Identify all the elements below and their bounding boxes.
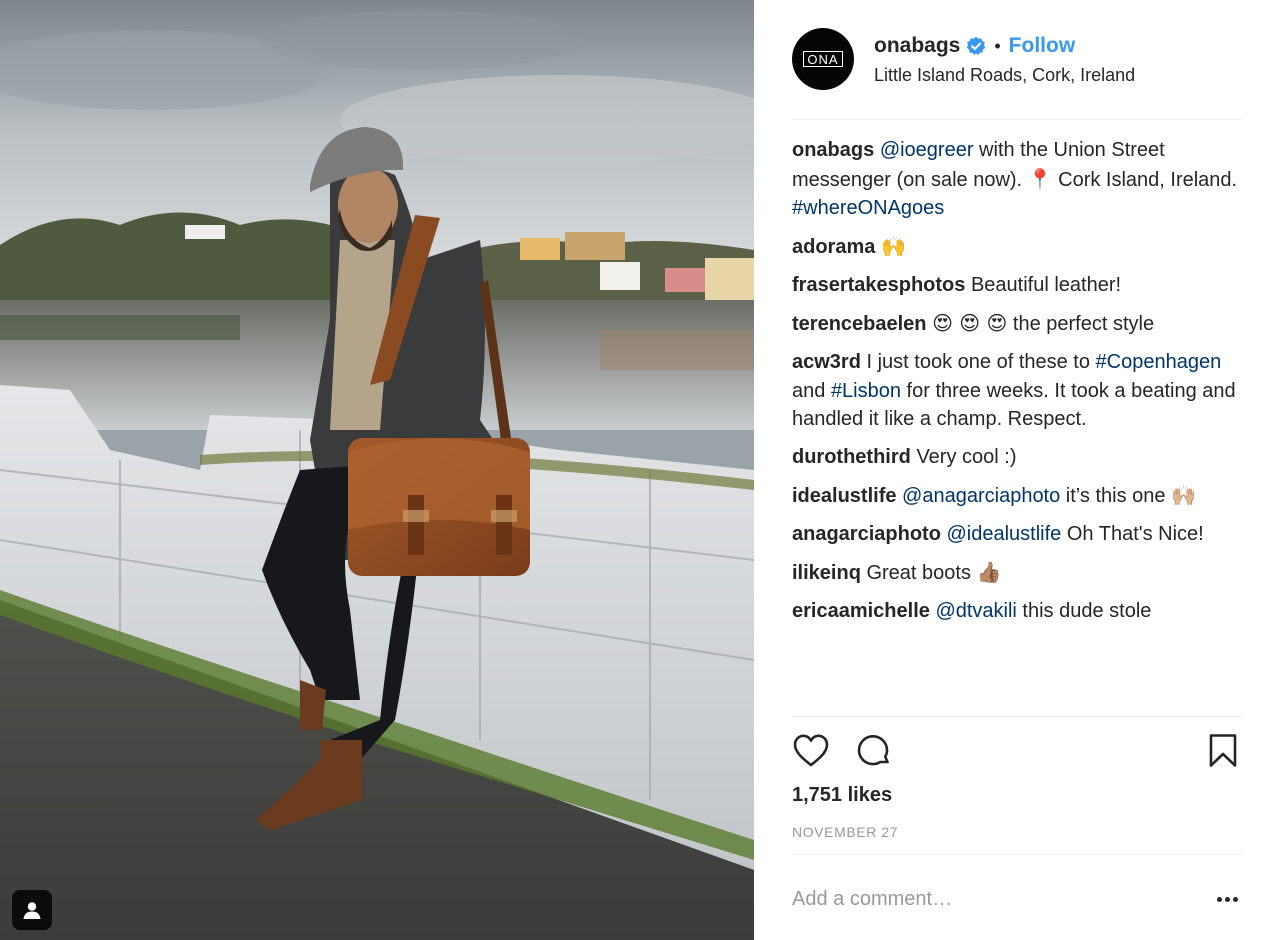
comment-username[interactable]: frasertakesphotos	[792, 274, 965, 296]
instagram-post-view: ONA onabags • Follow Little Island Roads…	[0, 0, 1280, 940]
actions-divider	[792, 854, 1242, 855]
comment-item: durothethird Very cool :)	[792, 443, 1247, 472]
add-comment-input[interactable]	[792, 882, 1192, 916]
verified-badge-icon	[966, 36, 986, 56]
comment-text: Great boots	[866, 562, 977, 584]
comment-text: it’s this one	[1060, 485, 1166, 507]
user-tag-icon	[23, 902, 41, 919]
like-button[interactable]	[792, 732, 830, 770]
comment-mention-link[interactable]: @idealustlife	[946, 523, 1061, 545]
save-button[interactable]	[1204, 732, 1242, 770]
comment-item: acw3rd I just took one of these to #Cope…	[792, 348, 1247, 434]
post-actions	[792, 732, 1242, 772]
caption-hashtag-link[interactable]: #whereONAgoes	[792, 197, 944, 219]
comment-button[interactable]	[854, 732, 892, 770]
photo-illustration	[0, 0, 754, 940]
comment-mention-link[interactable]: @anagarciaphoto	[902, 485, 1060, 507]
comment-username[interactable]: ilikeinq	[792, 562, 861, 584]
separator-dot: •	[994, 35, 1001, 56]
avatar-logo-text: ONA	[803, 51, 843, 67]
bookmark-icon	[1209, 734, 1237, 767]
header-user-line: onabags • Follow	[874, 32, 1075, 60]
post-side-panel: ONA onabags • Follow Little Island Roads…	[754, 0, 1280, 940]
round-pushpin-emoji: 📍	[1027, 166, 1053, 191]
comments-divider	[792, 716, 1242, 717]
post-photo[interactable]	[0, 0, 754, 940]
comment-username[interactable]: adorama	[792, 236, 875, 258]
more-options-icon[interactable]	[1212, 886, 1242, 912]
heart-icon	[793, 734, 829, 767]
thumbs-up-emoji: 👍🏽	[976, 560, 1002, 584]
comment-text: and	[792, 379, 831, 402]
comment-mention-link[interactable]: @dtvakili	[935, 600, 1016, 622]
raising-hands-emoji: 🙌🏼	[1171, 483, 1196, 507]
comment-item: idealustlife @anagarciaphoto it’s this o…	[792, 481, 1247, 511]
comment-username[interactable]: acw3rd	[792, 351, 861, 373]
comments-list[interactable]: onabags @ioegreer with the Union Street …	[792, 136, 1247, 716]
comment-text: I just took one of these to	[866, 351, 1096, 373]
post-header: ONA onabags • Follow Little Island Roads…	[792, 28, 1242, 92]
header-divider	[792, 119, 1242, 120]
likes-count[interactable]: 1,751 likes	[792, 784, 892, 807]
caption-mention-link[interactable]: @ioegreer	[880, 139, 974, 161]
comment-text: the perfect style	[1007, 313, 1155, 335]
comment-item: adorama 🙌	[792, 232, 1247, 262]
caption: onabags @ioegreer with the Union Street …	[792, 136, 1247, 223]
comment-item: anagarciaphoto @idealustlife Oh That's N…	[792, 520, 1247, 549]
comment-item: terencebaelen 😍 😍 😍 the perfect style	[792, 309, 1247, 339]
comment-username[interactable]: terencebaelen	[792, 313, 927, 335]
comment-username[interactable]: anagarciaphoto	[792, 523, 941, 545]
comment-hashtag-link[interactable]: #Lisbon	[831, 380, 901, 402]
avatar[interactable]: ONA	[792, 28, 854, 90]
comment-username[interactable]: onabags	[792, 139, 874, 161]
comment-item: ericaamichelle @dtvakili this dude stole	[792, 597, 1247, 626]
follow-button[interactable]: Follow	[1009, 34, 1076, 58]
comment-text: Beautiful leather!	[970, 274, 1122, 296]
raising-hands-emoji: 🙌	[880, 234, 906, 258]
comment-bubble-icon	[857, 735, 889, 766]
comment-text: this dude stole	[1016, 600, 1152, 622]
caption-text: Cork Island, Ireland.	[1052, 168, 1238, 191]
post-location[interactable]: Little Island Roads, Cork, Ireland	[874, 65, 1135, 86]
comment-item: ilikeinq Great boots 👍🏽	[792, 558, 1247, 588]
comment-username[interactable]: ericaamichelle	[792, 600, 930, 622]
user-tag-button[interactable]	[12, 890, 52, 930]
comment-username[interactable]: idealustlife	[792, 485, 896, 507]
comment-form	[792, 874, 1242, 924]
comment-text: Very cool :)	[916, 446, 1017, 468]
heart-eyes-emoji: 😍 😍 😍	[932, 311, 1008, 335]
post-username[interactable]: onabags	[874, 34, 960, 58]
comment-item: frasertakesphotos Beautiful leather!	[792, 271, 1247, 300]
post-date[interactable]: NOVEMBER 27	[792, 824, 898, 840]
comment-username[interactable]: durothethird	[792, 446, 911, 468]
comment-text: Oh That's Nice!	[1061, 523, 1204, 545]
comment-hashtag-link[interactable]: #Copenhagen	[1096, 351, 1222, 373]
